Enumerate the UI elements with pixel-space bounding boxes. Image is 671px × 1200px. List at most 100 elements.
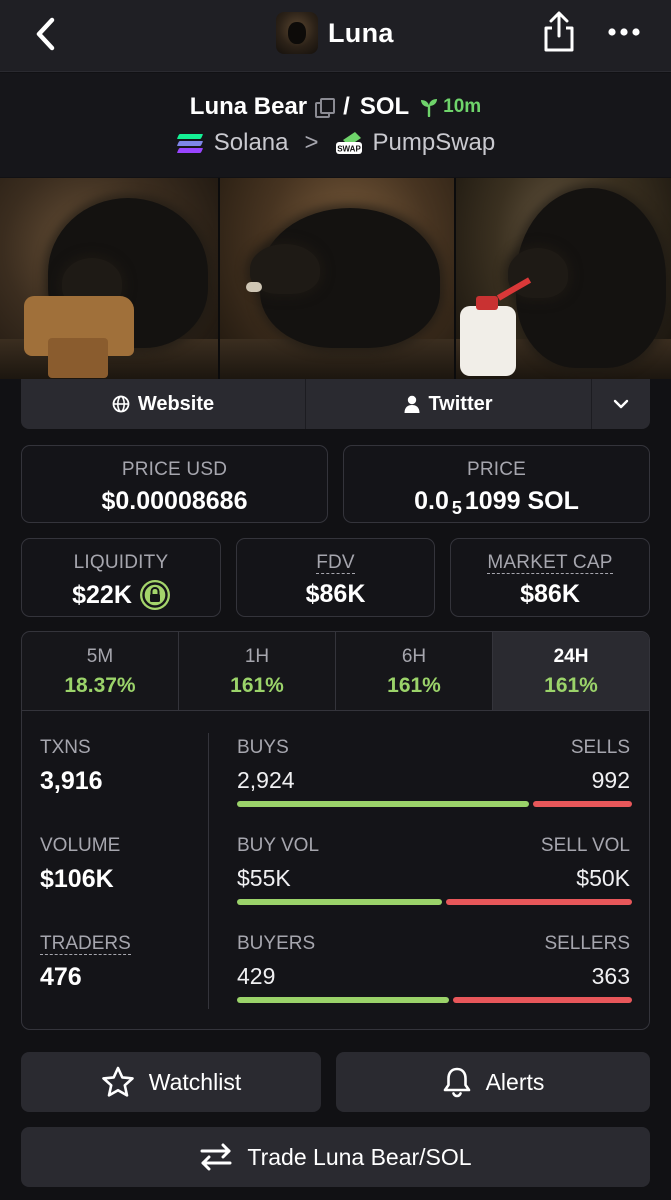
pair-line: Luna Bear / SOL 10m: [0, 93, 671, 121]
website-button[interactable]: Website: [21, 379, 306, 429]
buyers-label: BUYERS: [237, 933, 316, 954]
solana-icon: [176, 132, 204, 154]
market-cap-value: $86K: [520, 580, 580, 608]
buy-volume-bar: [237, 899, 442, 905]
price-native-suffix: 1099 SOL: [464, 487, 579, 515]
tab-1h-label: 1H: [244, 646, 270, 667]
metrics-divider: [208, 733, 209, 1009]
lock-icon[interactable]: [139, 580, 170, 610]
trade-button[interactable]: Trade Luna Bear/SOL: [21, 1127, 650, 1187]
sells-label: SELLS: [570, 737, 630, 758]
user-icon: [404, 395, 420, 413]
tab-24h-change: 161%: [544, 674, 598, 697]
base-token-name: Luna Bear: [189, 93, 308, 120]
back-button[interactable]: [30, 14, 66, 54]
sells-bar: [533, 801, 632, 807]
market-cap-card: MARKET CAP $86K: [450, 538, 650, 617]
bell-icon: [443, 1067, 470, 1098]
fdv-value: $86K: [305, 580, 366, 608]
alerts-label: Alerts: [485, 1068, 545, 1095]
sellers-bar: [453, 997, 632, 1003]
token-name: Luna: [328, 17, 394, 48]
price-native-label: PRICE: [466, 459, 527, 480]
buys-sells-bar: [237, 801, 632, 807]
share-icon: [544, 11, 574, 52]
price-usd-value: $0.00008686: [101, 487, 248, 515]
traders-label[interactable]: TRADERS: [40, 933, 131, 955]
back-chevron-icon: [36, 17, 55, 51]
buyers-bar: [237, 997, 449, 1003]
tab-5m-change: 18.37%: [64, 674, 136, 697]
banner-photo-3: [456, 178, 671, 379]
website-label: Website: [137, 392, 215, 415]
copy-icon[interactable]: [315, 98, 336, 118]
sellers-value: 363: [591, 963, 630, 989]
buy-volume-value: $55K: [237, 865, 291, 891]
quote-token-name: SOL: [359, 93, 410, 120]
tab-6h-label: 6H: [401, 646, 427, 667]
liquidity-value: $22K: [72, 580, 132, 609]
tab-24h[interactable]: 24H 161%: [493, 632, 649, 710]
txns-label: TXNS: [40, 737, 91, 758]
globe-icon: [112, 395, 130, 413]
watchlist-label: Watchlist: [148, 1068, 242, 1095]
watchlist-button[interactable]: Watchlist: [21, 1052, 321, 1112]
fdv-card: FDV $86K: [236, 538, 435, 617]
more-links-button[interactable]: [592, 379, 650, 429]
trade-label: Trade Luna Bear/SOL: [247, 1143, 472, 1170]
buy-volume-label: BUY VOL: [237, 835, 320, 856]
market-cap-label[interactable]: MARKET CAP: [487, 552, 613, 574]
share-button[interactable]: [540, 10, 578, 54]
liquidity-value-row: $22K: [22, 580, 220, 610]
chain-name[interactable]: Solana: [214, 129, 289, 157]
buys-label: BUYS: [237, 737, 289, 758]
price-native-card: PRICE 0.0 5 1099 SOL: [343, 445, 650, 523]
tab-1h[interactable]: 1H 161%: [179, 632, 336, 710]
buys-value: 2,924: [237, 767, 295, 793]
banner-photo-2: [220, 178, 454, 379]
breadcrumb-chevron: >: [304, 129, 319, 156]
transaction-metrics-panel: TXNS 3,916 VOLUME $106K TRADERS 476 BUYS…: [21, 711, 650, 1030]
tab-1h-change: 161%: [230, 674, 284, 697]
top-nav-bar: Luna: [0, 0, 671, 72]
chevron-down-icon: [613, 399, 629, 409]
tab-6h-change: 161%: [387, 674, 441, 697]
twitter-button[interactable]: Twitter: [306, 379, 592, 429]
volume-bar: [237, 899, 632, 905]
tab-24h-label: 24H: [553, 646, 589, 667]
token-avatar: [276, 12, 318, 54]
dex-name[interactable]: PumpSwap: [373, 129, 496, 157]
tab-5m[interactable]: 5M 18.37%: [22, 632, 179, 710]
price-native-zero-count: 5: [451, 498, 462, 518]
seedling-icon: [421, 99, 438, 117]
pair-age-text: 10m: [443, 96, 482, 117]
token-banner-image: [0, 178, 671, 379]
sell-volume-value: $50K: [576, 865, 630, 891]
txns-value: 3,916: [40, 767, 103, 795]
buyers-sellers-bar: [237, 997, 632, 1003]
pumpswap-icon-text: SWAP: [337, 145, 361, 154]
pumpswap-icon: SWAP: [335, 130, 363, 156]
banner-photo-1: [0, 178, 218, 379]
fdv-label[interactable]: FDV: [316, 552, 355, 574]
token-title: Luna: [276, 12, 394, 54]
more-icon: [608, 28, 640, 36]
swap-arrows-icon: [200, 1143, 232, 1171]
chain-breadcrumb: Solana > SWAP PumpSwap: [0, 129, 671, 157]
price-native-prefix: 0.0: [414, 487, 449, 515]
sell-volume-bar: [446, 899, 632, 905]
more-button[interactable]: [606, 22, 642, 42]
pair-age-badge: 10m: [419, 96, 481, 118]
buyers-value: 429: [237, 963, 276, 989]
price-usd-card: PRICE USD $0.00008686: [21, 445, 328, 523]
star-icon: [101, 1066, 134, 1097]
tab-5m-label: 5M: [86, 646, 114, 667]
liquidity-label: LIQUIDITY: [73, 552, 169, 573]
sellers-label: SELLERS: [544, 933, 630, 954]
period-tabs: 5M 18.37% 1H 161% 6H 161% 24H 161%: [21, 631, 650, 711]
alerts-button[interactable]: Alerts: [336, 1052, 650, 1112]
pair-separator: /: [343, 93, 350, 120]
sell-volume-label: SELL VOL: [540, 835, 630, 856]
volume-value: $106K: [40, 865, 114, 893]
tab-6h[interactable]: 6H 161%: [336, 632, 493, 710]
